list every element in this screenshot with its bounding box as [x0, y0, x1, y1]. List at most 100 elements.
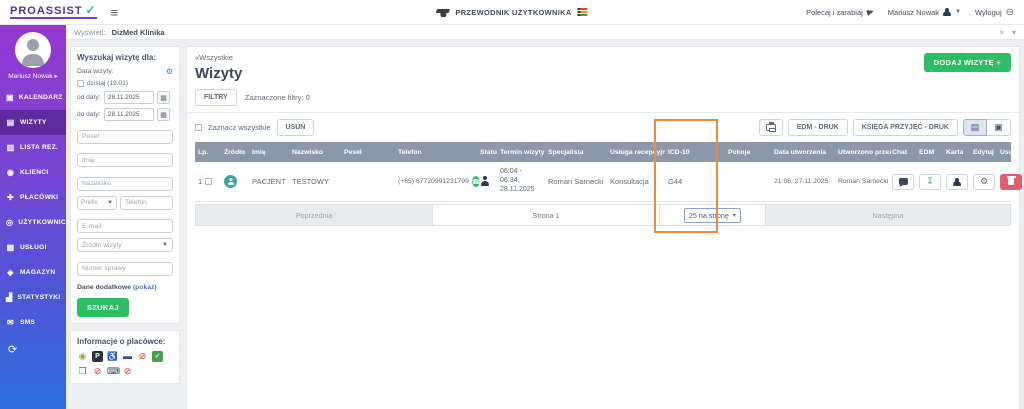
- search-panel: Wyszukaj wizytę dla: Data wizyty: ⚙ dzis…: [70, 46, 180, 409]
- col-header-specjalista: Specjalista: [548, 148, 584, 156]
- whatsapp-icon[interactable]: ☎: [471, 176, 479, 187]
- cell-utworzono-przez: Roman Sarnecki: [838, 178, 889, 185]
- patient-card-icon: [953, 178, 961, 186]
- col-header-icd10: ICD-10: [668, 148, 690, 156]
- from-date-input[interactable]: [104, 91, 154, 104]
- documents-icon: ❒: [78, 365, 87, 376]
- avatar-person-icon: [16, 36, 50, 68]
- delete-row-button[interactable]: [1000, 173, 1022, 190]
- search-button[interactable]: SZUKAJ: [77, 297, 129, 317]
- parking-icon: P: [92, 350, 103, 362]
- gear-icon: ⚙: [979, 176, 989, 186]
- facility-select-value[interactable]: DizMed Klinika: [112, 28, 165, 37]
- from-date-calendar-icon[interactable]: ▦: [157, 91, 170, 104]
- chevron-down-icon: ▼: [107, 199, 113, 206]
- app-page: PROASSIST ✓ ≡ PRZEWODNIK UŻYTKOWNIKA Pole…: [0, 0, 1024, 409]
- services-icon: ▦: [6, 243, 15, 252]
- cell-nazwisko: TESTOWY: [292, 177, 329, 186]
- sidebar-user-name[interactable]: Mariusz Nowak ▸: [8, 72, 58, 80]
- pagination-next-button[interactable]: Następna: [765, 205, 1010, 225]
- pesel-input[interactable]: [77, 129, 173, 144]
- chat-button[interactable]: [892, 173, 914, 190]
- back-to-all-link[interactable]: «Wszystkie: [195, 53, 1011, 62]
- filters-button[interactable]: FILTRY: [195, 89, 237, 106]
- main-panel: DODAJ WIZYTĘ + «Wszystkie Wizyty FILTRY …: [186, 46, 1022, 409]
- admission-book-print-button[interactable]: KSIĘGA PRZYJĘĆ - DRUK: [852, 119, 958, 136]
- visit-source-select[interactable]: Źródło wizyty ▼: [77, 238, 173, 252]
- patient-card-button[interactable]: [946, 173, 968, 190]
- facility-dropdown-icon[interactable]: ▾: [1012, 28, 1016, 37]
- sidebar-item-lista-rez[interactable]: ▥ LISTA REZ.: [0, 135, 66, 160]
- row-number: 1: [198, 177, 203, 186]
- cell-specjalista: Roman Sarnecki: [548, 177, 604, 186]
- facilities-icon: ✚: [6, 193, 14, 202]
- hamburger-menu-icon[interactable]: ≡: [111, 5, 119, 20]
- edm-print-button[interactable]: EDM - DRUK: [787, 119, 848, 136]
- wheelchair-icon: ♿: [107, 350, 118, 361]
- sidebar: Mariusz Nowak ▸ ▣ KALENDARZ ▤ WIZYTY ▥ LIST…: [0, 25, 70, 409]
- sidebar-item-magazyn[interactable]: ◆ MAGAZYN: [0, 260, 66, 285]
- pagination-prev-button[interactable]: Poprzednia: [196, 205, 433, 225]
- visit-date-label: Data wizyty:: [77, 68, 114, 75]
- calendar-view-toggle[interactable]: ▣: [987, 119, 1011, 136]
- logo-check-icon: ✓: [85, 3, 97, 17]
- sidebar-item-sms[interactable]: ✉ SMS: [0, 310, 66, 335]
- case-number-input[interactable]: [77, 261, 173, 276]
- sidebar-item-placowki[interactable]: ✚ PŁACÓWKI: [0, 185, 66, 210]
- sidebar-item-kalendarz[interactable]: ▣ KALENDARZ: [0, 85, 66, 110]
- proassist-logo: PROASSIST ✓: [10, 3, 97, 19]
- facility-info-title: Informacje o placówce:: [77, 336, 166, 346]
- edm-button[interactable]: ↧: [919, 173, 941, 190]
- clear-facility-icon[interactable]: ×: [999, 28, 1004, 37]
- col-header-data-utworzenia: Data utworzenia: [774, 148, 827, 156]
- sidebar-item-klienci[interactable]: ◉ KLIENCI: [0, 160, 66, 185]
- delete-selected-button[interactable]: USUŃ: [276, 119, 315, 136]
- avatar[interactable]: [15, 32, 51, 68]
- phone-input[interactable]: [120, 195, 173, 210]
- extra-data-label: Dane dodatkowe: [77, 283, 132, 291]
- edit-button[interactable]: ⚙: [973, 173, 995, 190]
- email-input[interactable]: [77, 219, 173, 233]
- select-all-checkbox[interactable]: [195, 124, 202, 131]
- first-name-input[interactable]: [77, 153, 173, 167]
- extra-data-show-link[interactable]: (pokaż): [133, 284, 157, 291]
- date-settings-gear-icon[interactable]: ⚙: [166, 67, 173, 76]
- visits-icon: ▤: [6, 118, 15, 127]
- user-guide[interactable]: PRZEWODNIK UŻYTKOWNIKA: [436, 7, 588, 17]
- referral-link[interactable]: Polecaj i zarabiaj: [806, 8, 875, 17]
- col-header-edytuj: Edytuj: [973, 148, 994, 156]
- print-button[interactable]: [758, 119, 783, 136]
- cell-data-utworzenia: 21:06, 27.11.2025: [774, 178, 829, 185]
- today-checkbox[interactable]: [77, 80, 84, 87]
- col-header-nazwisko: Nazwisko: [292, 148, 323, 156]
- last-name-input[interactable]: [77, 176, 173, 191]
- sidebar-item-wizyty[interactable]: ▤ WIZYTY: [0, 110, 66, 135]
- status-patient-icon[interactable]: [480, 176, 490, 186]
- list-view-toggle[interactable]: ▤: [963, 119, 987, 136]
- sidebar-item-uzytkownicy[interactable]: ◎ UŻYTKOWNICY: [0, 210, 70, 235]
- selected-filters-status: Zaznaczone filtry: 0: [244, 93, 310, 102]
- col-header-utworzono-przez: Utworzono przez: [838, 148, 891, 156]
- clipboard-check-icon: ✓: [152, 350, 163, 362]
- history-icon[interactable]: ⟳: [0, 335, 66, 364]
- location-pin-icon: ◉: [78, 350, 87, 361]
- cell-imie: PACJENT: [252, 177, 286, 186]
- users-icon: ◎: [6, 218, 14, 227]
- col-header-usun: Usuń: [1000, 148, 1017, 156]
- graduation-cap-icon: [436, 8, 449, 17]
- today-checkbox-row[interactable]: dzisiaj (19.01): [77, 80, 173, 87]
- user-guide-label: PRZEWODNIK UŻYTKOWNIKA: [455, 7, 572, 17]
- add-visit-button[interactable]: DODAJ WIZYTĘ +: [923, 53, 1011, 72]
- row-checkbox[interactable]: [205, 178, 213, 185]
- per-page-select[interactable]: 25 na stronę ▾: [683, 207, 741, 223]
- printer-icon: [765, 122, 776, 132]
- col-header-pesel: Pesel: [344, 148, 362, 156]
- phone-prefix-select[interactable]: Prefix ▼: [77, 195, 117, 210]
- to-date-calendar-icon[interactable]: ▦: [157, 108, 170, 121]
- sidebar-item-statystyki[interactable]: ▟ STATYSTYKI: [0, 285, 66, 310]
- user-menu[interactable]: Mariusz Nowak ▼: [888, 8, 961, 17]
- logout-button[interactable]: Wyloguj ⊖: [975, 7, 1014, 18]
- to-date-input[interactable]: [104, 108, 154, 121]
- sidebar-item-uslugi[interactable]: ▦ USŁUGI: [0, 235, 66, 260]
- list-view-icon: ▤: [970, 122, 980, 132]
